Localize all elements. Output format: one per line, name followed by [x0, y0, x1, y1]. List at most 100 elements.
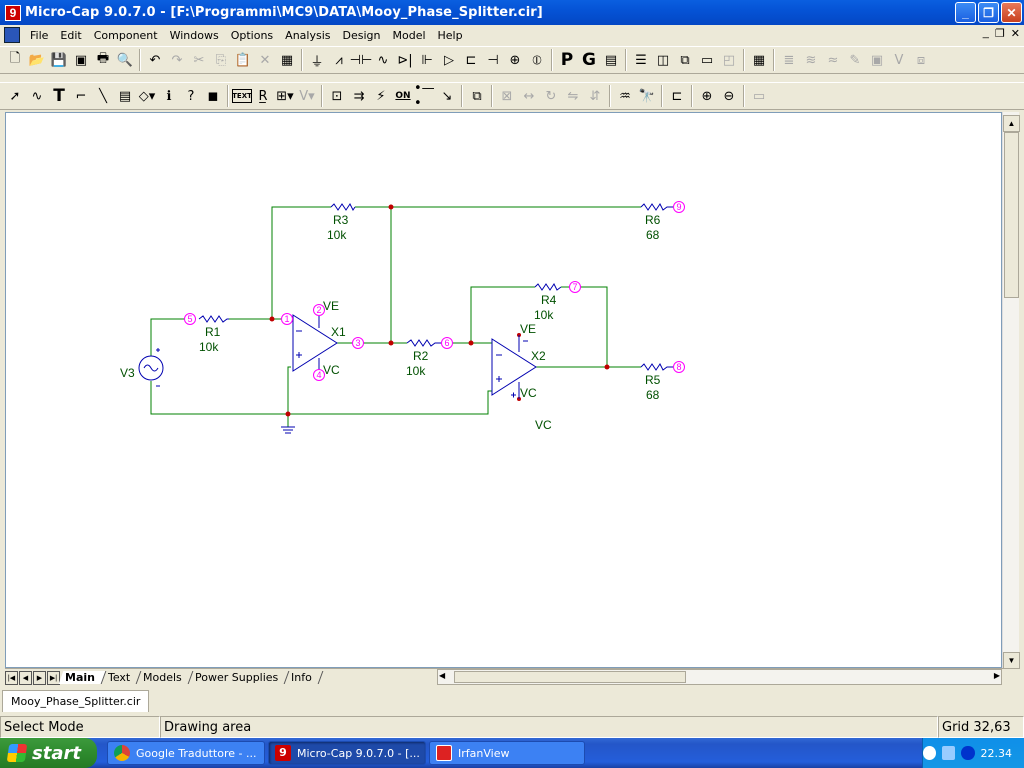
snapshot-icon[interactable]: ⧈ [910, 49, 932, 71]
tab-power-supplies[interactable]: Power Supplies [188, 671, 290, 684]
ground-icon[interactable]: ⏚ [306, 49, 328, 71]
first-tab-icon[interactable]: |◀ [5, 670, 18, 685]
vertical-scroll-thumb[interactable] [1004, 132, 1019, 298]
app-icon[interactable]: 9 [5, 4, 21, 21]
bluetooth-icon[interactable] [961, 746, 975, 760]
scroll-left-icon[interactable]: ◀ [439, 671, 445, 680]
current-icon[interactable]: ⇉ [348, 85, 370, 107]
task-micro-cap[interactable]: 9 Micro-Cap 9.0.7.0 - [... [268, 741, 426, 765]
g-key-icon[interactable]: G [578, 49, 600, 71]
network-icon[interactable] [942, 746, 956, 760]
menu-component[interactable]: Component [88, 29, 164, 42]
node-numbers-icon[interactable]: ⊞▾ [274, 85, 296, 107]
copy-icon[interactable]: ⎘ [210, 49, 232, 71]
camera-icon[interactable]: ▭ [748, 85, 770, 107]
calculator-icon[interactable]: ▦ [748, 49, 770, 71]
mirror-x-icon[interactable]: ⇋ [562, 85, 584, 107]
document-tab[interactable]: Mooy_Phase_Splitter.cir [2, 690, 150, 712]
shapes-icon[interactable]: ◇▾ [136, 85, 158, 107]
window-icon[interactable]: ▭ [696, 49, 718, 71]
select-arrow-icon[interactable]: ➚ [4, 85, 26, 107]
diode-icon[interactable]: ⊳| [394, 49, 416, 71]
tile-vertical-icon[interactable]: ◫ [652, 49, 674, 71]
menu-windows[interactable]: Windows [164, 29, 225, 42]
diagonal-wire-icon[interactable]: ╲ [92, 85, 114, 107]
flip-icon[interactable]: ↔ [518, 85, 540, 107]
mosfet-icon[interactable]: ⊏ [460, 49, 482, 71]
display-icon[interactable]: ▣ [866, 49, 888, 71]
mdi-close-button[interactable]: ✕ [1011, 27, 1020, 40]
horizontal-scroll-thumb[interactable] [454, 671, 686, 683]
waveform-icon[interactable]: ≋ [800, 49, 822, 71]
vertical-scrollbar[interactable]: ▲ ▼ [1002, 112, 1020, 669]
wire-icon[interactable]: ∿ [26, 85, 48, 107]
menu-file[interactable]: File [24, 29, 54, 42]
bus-icon[interactable]: ▤ [114, 85, 136, 107]
pin-connections-icon[interactable]: ⊡ [326, 85, 348, 107]
source-icon[interactable]: ⊕ [504, 49, 526, 71]
schematic-diagram[interactable]: 5 1 2 4 3 6 7 9 8 R3 10k R6 68 R1 10k R2… [6, 113, 1001, 667]
current-source-icon[interactable]: ⦶ [526, 49, 548, 71]
scroll-up-icon[interactable]: ▲ [1003, 115, 1020, 132]
title-bar[interactable]: 9 Micro-Cap 9.0.7.0 - [F:\Programmi\MC9\… [0, 0, 1024, 25]
p-key-icon[interactable]: P [556, 49, 578, 71]
group-icon[interactable]: ⊠ [496, 85, 518, 107]
redo-icon[interactable]: ↷ [166, 49, 188, 71]
maximize-button[interactable]: ❐ [978, 2, 999, 23]
tile-horizontal-icon[interactable]: ☰ [630, 49, 652, 71]
text-tool-icon[interactable]: T [48, 85, 70, 107]
vt-icon[interactable]: V [888, 49, 910, 71]
opamp-icon[interactable]: ▷ [438, 49, 460, 71]
page-setup-icon[interactable]: ⊏ [666, 85, 688, 107]
rotate-icon[interactable]: ↻ [540, 85, 562, 107]
menu-options[interactable]: Options [225, 29, 279, 42]
task-google-translate[interactable]: Google Traduttore - ... [107, 741, 265, 765]
save-all-icon[interactable]: ▣ [70, 49, 92, 71]
tab-text[interactable]: Text [101, 671, 142, 684]
document-icon[interactable] [4, 27, 20, 43]
task-irfanview[interactable]: IrfanView [429, 741, 585, 765]
cascade-icon[interactable]: ⧉ [674, 49, 696, 71]
properties-icon[interactable]: ⧉ [466, 85, 488, 107]
mdi-restore-button[interactable]: ❐ [995, 27, 1005, 40]
print-preview-icon[interactable]: 🔍 [114, 49, 136, 71]
node-voltages-icon[interactable]: V▾ [296, 85, 318, 107]
menu-help[interactable]: Help [432, 29, 469, 42]
menu-edit[interactable]: Edit [54, 29, 87, 42]
menu-design[interactable]: Design [337, 29, 387, 42]
mdi-minimize-button[interactable]: _ [983, 27, 989, 40]
save-icon[interactable]: 💾 [48, 49, 70, 71]
paste-icon[interactable]: 📋 [232, 49, 254, 71]
component-color-icon[interactable]: ◼ [202, 85, 224, 107]
attribute-text-icon[interactable]: R̲ [252, 85, 274, 107]
find-component-icon[interactable]: ♒ [614, 85, 636, 107]
open-icon[interactable]: 📂 [26, 49, 48, 71]
next-tab-icon[interactable]: ▶ [33, 670, 46, 685]
find-icon[interactable]: 🔭 [636, 85, 658, 107]
select-all-icon[interactable]: ▦ [276, 49, 298, 71]
minimize-button[interactable]: _ [955, 2, 976, 23]
inductor-icon[interactable]: ∿ [372, 49, 394, 71]
on-state-icon[interactable]: ON [392, 85, 414, 107]
text-toggle-icon[interactable]: TEXT [232, 89, 252, 103]
undo-icon[interactable]: ↶ [144, 49, 166, 71]
analysis-icon[interactable]: ≈ [822, 49, 844, 71]
battery-icon[interactable]: ⊣ [482, 49, 504, 71]
tab-main[interactable]: Main [58, 671, 107, 684]
tab-models[interactable]: Models [136, 671, 194, 684]
component-editor-icon[interactable]: ▤ [600, 49, 622, 71]
orthogonal-wire-icon[interactable]: ⌐ [70, 85, 92, 107]
help-query-icon[interactable]: ? [180, 85, 202, 107]
bjt-icon[interactable]: ⊩ [416, 49, 438, 71]
zoom-out-icon[interactable]: ⊖ [718, 85, 740, 107]
close-button[interactable]: ✕ [1001, 2, 1022, 23]
scroll-right-icon[interactable]: ▶ [994, 671, 1000, 680]
probe-icon[interactable]: ✎ [844, 49, 866, 71]
cut-icon[interactable]: ✂ [188, 49, 210, 71]
cursor-mode-icon[interactable]: ↘ [436, 85, 458, 107]
print-icon[interactable]: 🖶 [92, 49, 114, 71]
start-button[interactable]: start [0, 738, 97, 768]
info-icon[interactable]: ℹ [158, 85, 180, 107]
menu-model[interactable]: Model [386, 29, 431, 42]
node-snap-icon[interactable]: •—• [414, 81, 436, 111]
